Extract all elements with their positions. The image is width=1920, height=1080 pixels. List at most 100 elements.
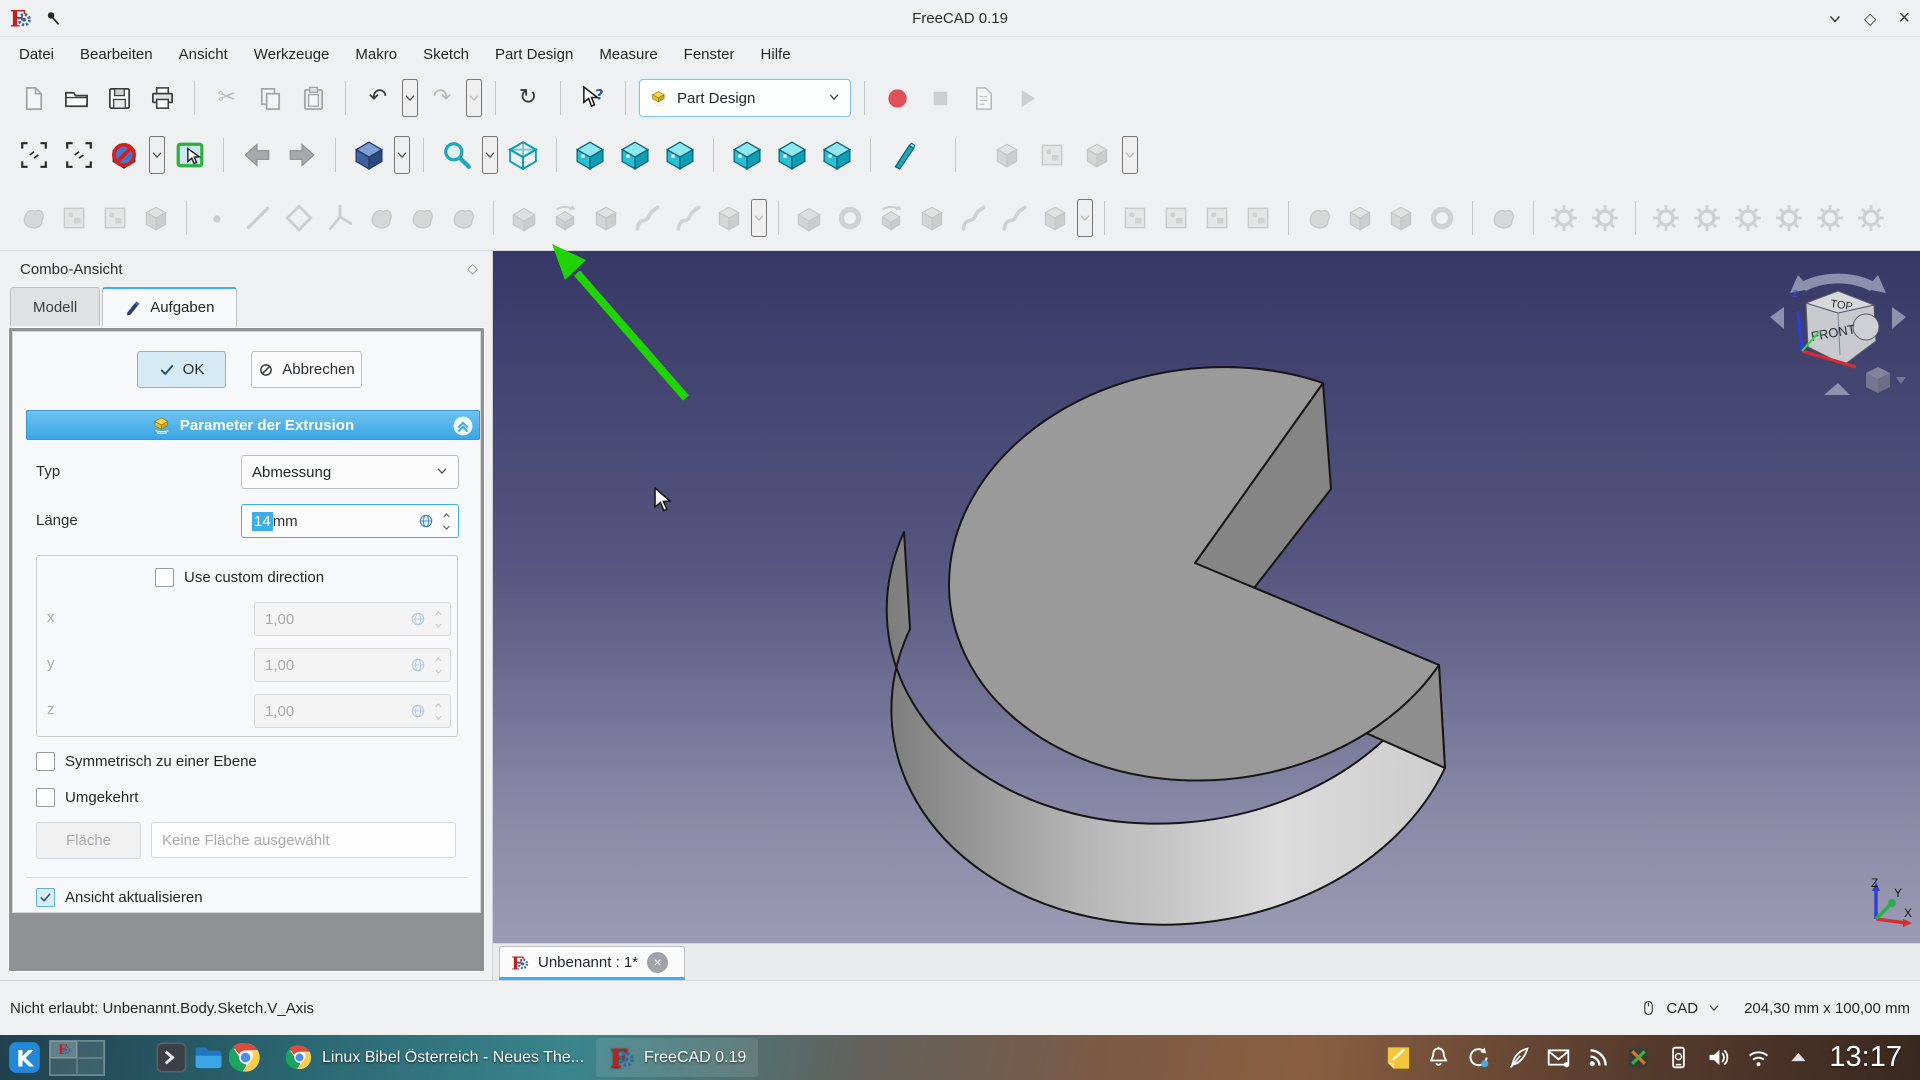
additive-pipe-button[interactable] — [628, 196, 666, 240]
notifications-icon[interactable] — [1425, 1044, 1452, 1071]
additive-primitive-button[interactable] — [710, 196, 748, 240]
menu-makro[interactable]: Makro — [342, 39, 410, 69]
nav-back-button[interactable] — [237, 134, 277, 176]
view-bottom-button[interactable] — [772, 134, 812, 176]
x-app-icon[interactable] — [1625, 1044, 1652, 1071]
menu-part-design[interactable]: Part Design — [482, 39, 586, 69]
clock[interactable]: 13:17 — [1829, 1041, 1902, 1074]
view-fit-all-button[interactable] — [503, 134, 543, 176]
print-button[interactable] — [143, 79, 181, 117]
macro-play-button[interactable] — [1007, 79, 1045, 117]
updates-icon[interactable] — [1465, 1044, 1492, 1071]
save-file-button[interactable] — [100, 79, 138, 117]
macro-stop-button[interactable] — [921, 79, 959, 117]
draft-button[interactable] — [1382, 196, 1420, 240]
3d-viewport[interactable]: TOP FRONT z Z — [493, 251, 1920, 943]
menu-fenster[interactable]: Fenster — [671, 39, 748, 69]
menu-bearbeiten[interactable]: Bearbeiten — [67, 39, 166, 69]
link-make-button[interactable] — [987, 134, 1027, 176]
paste-button[interactable] — [294, 79, 332, 117]
polar-pattern-button[interactable] — [1198, 196, 1236, 240]
menu-hilfe[interactable]: Hilfe — [748, 39, 804, 69]
macro-record-button[interactable] — [878, 79, 916, 117]
datum-point-button[interactable] — [198, 196, 236, 240]
defeaturing-button[interactable] — [1770, 196, 1808, 240]
sketch-merge-button[interactable] — [1852, 196, 1890, 240]
close-icon[interactable]: × — [1898, 7, 1910, 30]
link-menu[interactable] — [1122, 136, 1138, 174]
app-launcher-icon[interactable] — [6, 1039, 43, 1076]
task-freecad[interactable]: FreeCAD 0.19 — [596, 1038, 758, 1077]
additive-loft-button[interactable] — [587, 196, 625, 240]
migrate-sketch-button[interactable] — [1545, 196, 1583, 240]
clipping-plane-button[interactable] — [104, 134, 144, 176]
datum-plane-button[interactable] — [280, 196, 318, 240]
link-folder-button[interactable] — [1032, 134, 1072, 176]
whats-this-button[interactable] — [574, 79, 612, 117]
link-external-button[interactable] — [1077, 134, 1117, 176]
create-body-button[interactable] — [14, 196, 52, 240]
redo-button[interactable]: ↷ — [423, 79, 461, 117]
measure-button[interactable] — [884, 134, 924, 176]
undo-button[interactable]: ↶ — [359, 79, 397, 117]
chrome-launcher-icon[interactable] — [227, 1039, 264, 1076]
notes-widget-icon[interactable] — [1385, 1044, 1412, 1071]
zoom-menu[interactable] — [482, 136, 498, 174]
pad-button[interactable] — [505, 196, 543, 240]
subtractive-menu[interactable] — [1077, 199, 1093, 237]
terminal-icon[interactable] — [153, 1039, 190, 1076]
new-file-button[interactable] — [14, 79, 52, 117]
select-visible-button[interactable] — [170, 134, 210, 176]
pad-solid[interactable] — [493, 251, 1920, 943]
subtractive-helix-button[interactable] — [995, 196, 1033, 240]
kde-connect-icon[interactable] — [1665, 1044, 1692, 1071]
nav-style-value[interactable]: CAD — [1666, 1000, 1698, 1017]
clone-button[interactable] — [444, 196, 482, 240]
cancel-button[interactable]: Abbrechen — [251, 351, 362, 388]
chevron-down-icon[interactable] — [1708, 1002, 1720, 1014]
expression-icon[interactable] — [418, 513, 434, 529]
length-input[interactable]: 14 mm — [241, 504, 459, 538]
close-tab-icon[interactable]: × — [647, 952, 668, 973]
menu-sketch[interactable]: Sketch — [410, 39, 482, 69]
revolve-button[interactable] — [546, 196, 584, 240]
shaft-wizard-button[interactable] — [1586, 196, 1624, 240]
local-coords-button[interactable] — [321, 196, 359, 240]
chamfer-button[interactable] — [1341, 196, 1379, 240]
workbench-selector[interactable]: Part Design — [639, 79, 851, 117]
file-manager-icon[interactable] — [190, 1039, 227, 1076]
refresh-button[interactable]: ↻ — [509, 79, 547, 117]
network-icon[interactable] — [1745, 1044, 1772, 1071]
datum-line-button[interactable] — [239, 196, 277, 240]
float-panel-icon[interactable]: ◇ — [467, 261, 478, 277]
type-select[interactable]: Abmessung — [241, 455, 459, 489]
task-chrome[interactable]: Linux Bibel Österreich - Neues The... — [274, 1038, 596, 1077]
subtractive-pipe-button[interactable] — [954, 196, 992, 240]
multi-transform-button[interactable] — [1239, 196, 1277, 240]
mail-icon[interactable] — [1545, 1044, 1572, 1071]
map-sketch-button[interactable] — [137, 196, 175, 240]
tab-aufgaben[interactable]: Aufgaben — [102, 287, 237, 326]
copy-button[interactable] — [251, 79, 289, 117]
view-front-button[interactable] — [570, 134, 610, 176]
mirrored-button[interactable] — [1116, 196, 1154, 240]
restore-icon[interactable]: ◇ — [1864, 9, 1876, 28]
sketch-validate-button[interactable] — [1811, 196, 1849, 240]
minimize-icon[interactable] — [1828, 12, 1842, 26]
symmetric-checkbox[interactable] — [36, 752, 55, 771]
clipping-menu[interactable] — [149, 136, 165, 174]
fillet-button[interactable] — [1300, 196, 1338, 240]
view-top-button[interactable] — [615, 134, 655, 176]
virtual-desktop-pager[interactable] — [49, 1040, 105, 1076]
create-sketch-button[interactable] — [55, 196, 93, 240]
subtractive-primitive-button[interactable] — [1036, 196, 1074, 240]
length-spinner[interactable] — [441, 511, 452, 532]
box-selection-button[interactable] — [14, 134, 54, 176]
view-right-button[interactable] — [660, 134, 700, 176]
reversed-checkbox[interactable] — [36, 788, 55, 807]
section-header-extrusion[interactable]: Parameter der Extrusion — [26, 410, 480, 440]
involute-gear-button[interactable] — [1647, 196, 1685, 240]
view-rear-button[interactable] — [727, 134, 767, 176]
redo-menu[interactable] — [466, 79, 482, 117]
linear-pattern-button[interactable] — [1157, 196, 1195, 240]
